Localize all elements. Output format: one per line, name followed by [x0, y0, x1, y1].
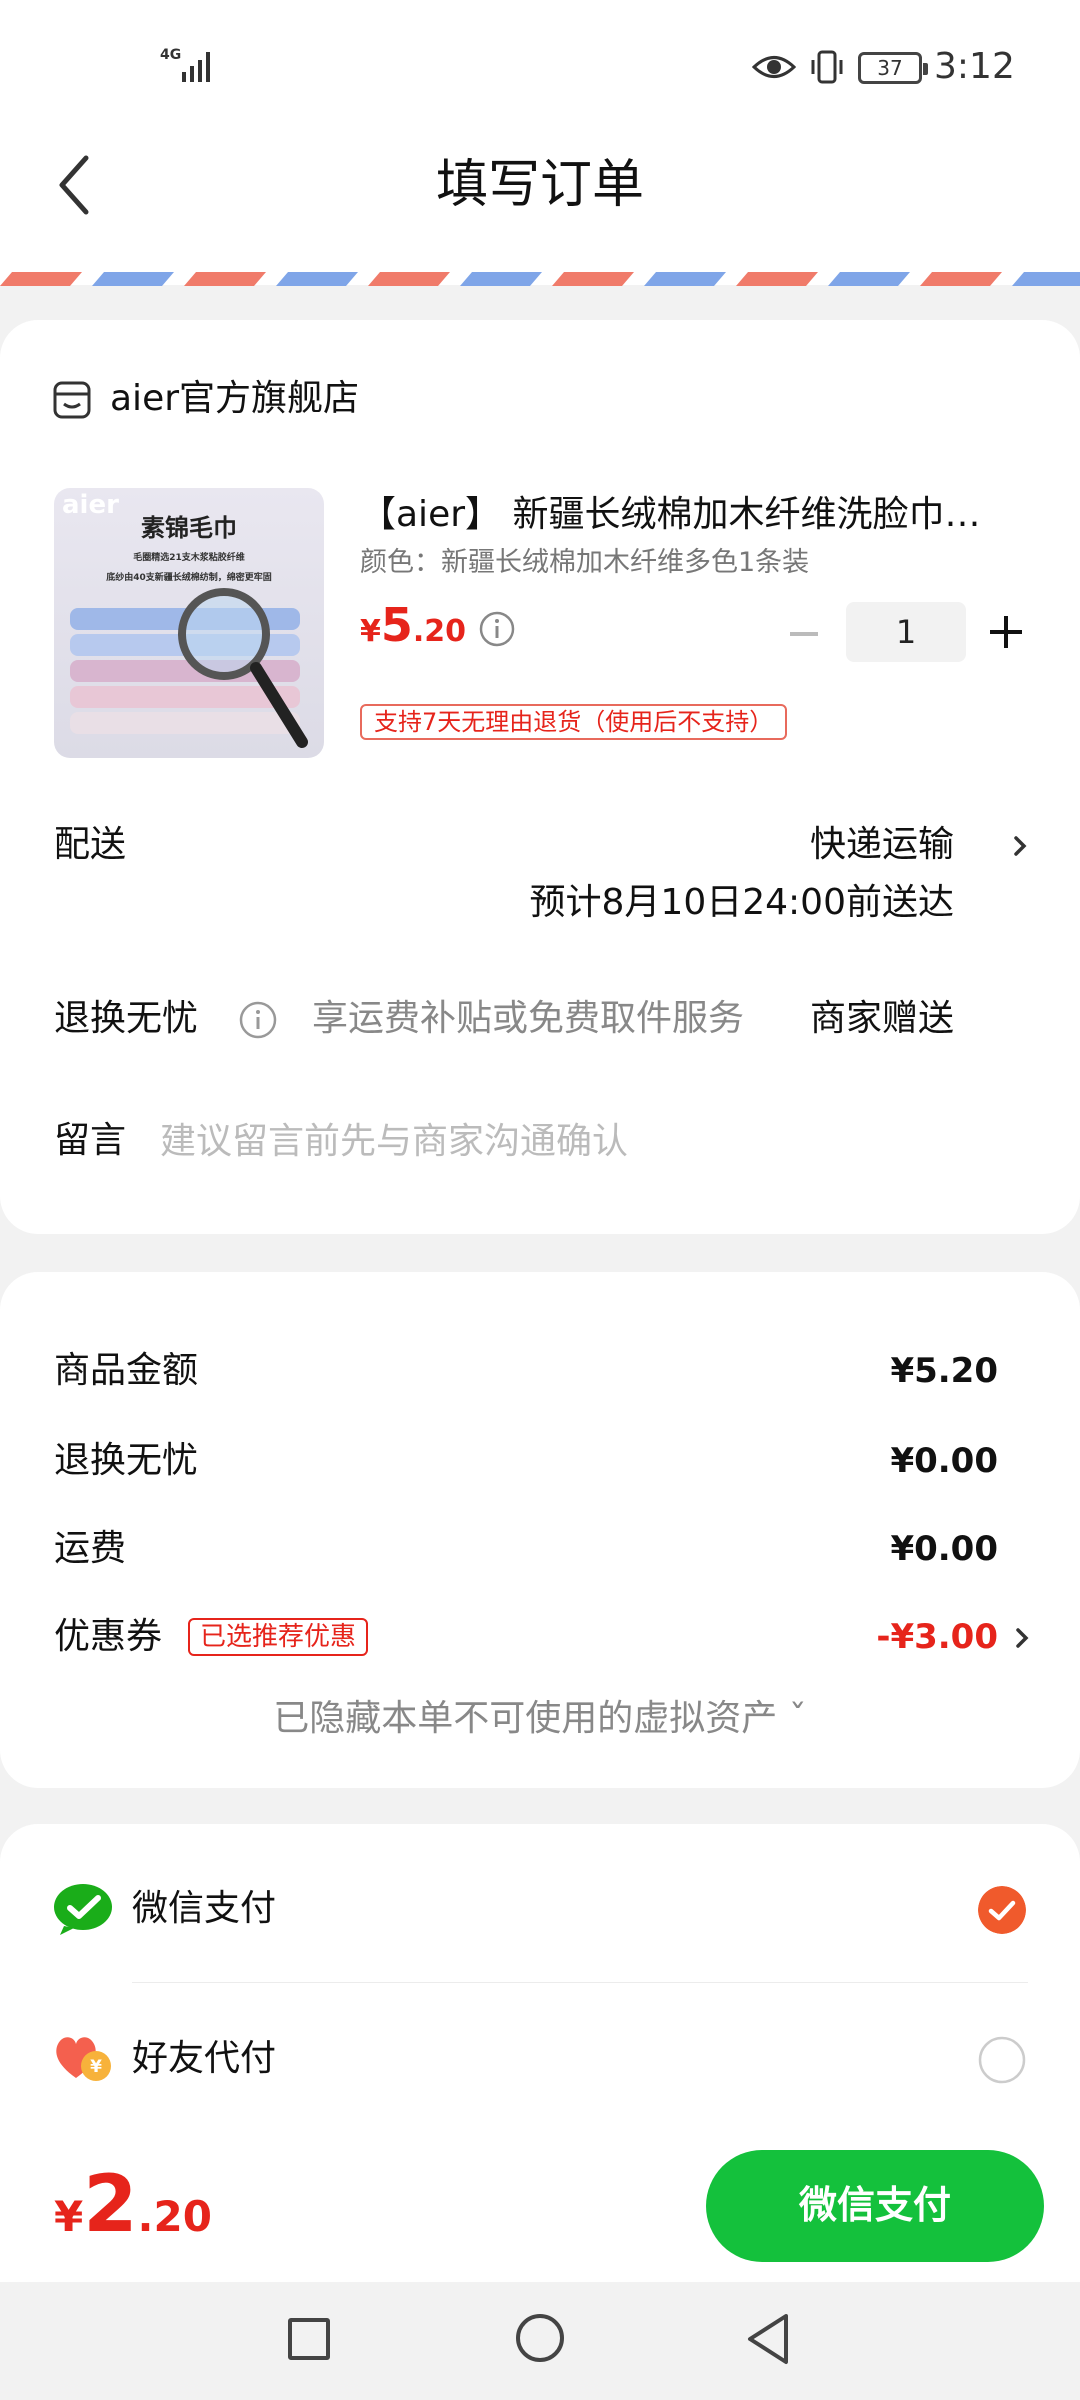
- page-title: 填写订单: [435, 155, 644, 215]
- product-image[interactable]: aier 素锦毛巾 毛圈精选21支木浆粘胶纤维 底纱由40支新疆长绒棉纺制，绵密…: [54, 488, 324, 758]
- product-price: ¥5.20: [360, 598, 466, 652]
- payment-option-label[interactable]: 好友代付: [132, 2034, 276, 2084]
- chevron-right-icon[interactable]: [1010, 834, 1030, 858]
- return-policy-tag: 支持7天无理由退货（使用后不支持）: [360, 704, 788, 740]
- chevron-right-icon[interactable]: [1012, 1626, 1032, 1650]
- exchange-label: 退换无忧: [54, 998, 199, 1039]
- status-bar: 4G 37 3:12: [0, 0, 1080, 130]
- product-title[interactable]: 【aier】 新疆长绒棉加木纤维洗脸巾…: [360, 490, 1030, 540]
- divider: [132, 1982, 1028, 1983]
- delivery-eta: 预计8月10日24:00前送达: [529, 882, 954, 923]
- coupon-value[interactable]: -¥3.00: [876, 1612, 998, 1662]
- shop-icon: [53, 381, 91, 419]
- product-image-title: 素锦毛巾: [141, 514, 237, 542]
- payment-radio-unselected[interactable]: [978, 2036, 1026, 2084]
- total-integer: 2: [83, 2160, 138, 2250]
- exchange-fee-value: ¥0.00: [890, 1441, 998, 1481]
- system-back-button[interactable]: [744, 2312, 792, 2366]
- price-decimal: .20: [412, 614, 467, 649]
- quantity-increase-button[interactable]: [986, 612, 1026, 652]
- price-integer: 5: [380, 598, 413, 652]
- total-currency: ¥: [54, 2192, 84, 2241]
- note-label: 留言: [54, 1120, 127, 1161]
- product-image-caption: 毛圈精选21支木浆粘胶纤维: [133, 553, 245, 563]
- network-type-label: 4G: [160, 47, 182, 63]
- vibrate-icon: [811, 50, 843, 84]
- quantity-field[interactable]: 1: [846, 602, 966, 662]
- price-currency: ¥: [360, 614, 381, 649]
- airmail-stripe: [0, 272, 1080, 286]
- goods-amount-label: 商品金额: [54, 1350, 199, 1391]
- clock: 3:12: [934, 46, 1015, 87]
- exchange-info-icon[interactable]: [238, 1000, 278, 1040]
- exchange-description: 享运费补贴或免费取件服务: [312, 998, 745, 1039]
- battery-icon: 37: [858, 52, 928, 84]
- coupon-label: 优惠券: [54, 1616, 163, 1657]
- payment-radio-selected[interactable]: [978, 1886, 1026, 1934]
- shipping-fee-value: ¥0.00: [890, 1529, 998, 1569]
- delivery-label: 配送: [54, 824, 127, 865]
- home-button[interactable]: [516, 2314, 564, 2362]
- note-input[interactable]: [160, 1116, 1020, 1166]
- magnifier-icon: [178, 588, 308, 748]
- friend-pay-icon: ¥: [56, 2037, 111, 2081]
- recents-button[interactable]: [288, 2318, 330, 2360]
- payment-option-label[interactable]: 微信支付: [132, 1884, 276, 1934]
- price-info-icon[interactable]: [478, 610, 516, 648]
- pay-button[interactable]: 微信支付: [706, 2150, 1044, 2262]
- order-card: [0, 320, 1080, 1234]
- battery-level: 37: [877, 56, 903, 80]
- total-decimal: .20: [137, 2192, 212, 2241]
- delivery-method[interactable]: 快递运输: [810, 820, 954, 870]
- total-price: ¥2.20: [54, 2160, 212, 2250]
- goods-amount-value: ¥5.20: [890, 1351, 998, 1391]
- wechat-pay-icon: [54, 1884, 112, 1935]
- shipping-fee-label: 运费: [54, 1528, 127, 1569]
- hidden-assets-toggle[interactable]: 已隐藏本单不可使用的虚拟资产 ˇ: [0, 1694, 1080, 1744]
- exchange-value: 商家赠送: [809, 998, 954, 1039]
- exchange-fee-label: 退换无忧: [54, 1440, 199, 1481]
- product-spec: 颜色：新疆长绒棉加木纤维多色1条装: [360, 547, 810, 578]
- svg-text:¥: ¥: [90, 2057, 102, 2077]
- shop-name[interactable]: aier官方旗舰店: [110, 374, 359, 424]
- eye-icon: [752, 56, 796, 78]
- coupon-tag: 已选推荐优惠: [188, 1618, 369, 1656]
- quantity-decrease-button[interactable]: [788, 618, 820, 650]
- signal-icon: [182, 52, 210, 82]
